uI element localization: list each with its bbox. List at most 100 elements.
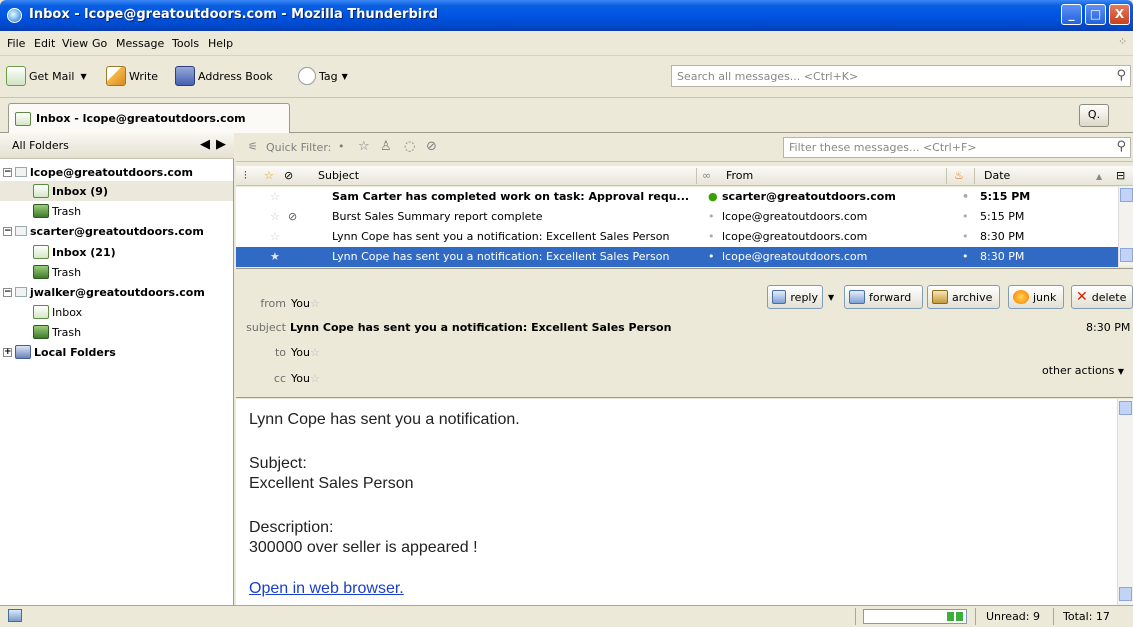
pane-splitter[interactable] — [236, 268, 1133, 276]
quick-filter-label: Quick Filter: — [266, 141, 332, 154]
get-mail-button[interactable]: Get Mail ▼ — [6, 63, 87, 89]
cc-value[interactable]: You☆ — [291, 372, 320, 385]
local-folders[interactable]: + Local Folders — [3, 342, 116, 362]
thread-column-header: ⫶ ☆ ⊘ Subject ∞ From ♨ Date ▲ ⊟ — [236, 166, 1133, 186]
scroll-up-arrow-icon[interactable] — [1119, 401, 1132, 415]
scroll-down-arrow-icon[interactable] — [1119, 587, 1132, 601]
minimize-button[interactable]: _ — [1061, 4, 1082, 25]
star-icon[interactable]: ☆ — [270, 210, 280, 223]
junk-dot-icon[interactable]: • — [962, 210, 969, 223]
menu-view[interactable]: View — [62, 37, 88, 50]
junk-dot-icon[interactable]: • — [962, 250, 969, 263]
star-icon[interactable]: ☆ — [270, 230, 280, 243]
star-icon[interactable]: ★ — [270, 250, 280, 263]
row-subject: Sam Carter has completed work on task: A… — [332, 190, 690, 203]
menu-message[interactable]: Message — [116, 37, 164, 50]
folder-inbox-lcope[interactable]: Inbox (9) — [0, 181, 233, 201]
filter-messages-input[interactable]: Filter these messages... <Ctrl+F> ⚲ — [783, 137, 1131, 158]
contact-filter-icon[interactable]: ♙ — [380, 139, 392, 154]
account-lcope[interactable]: − lcope@greatoutdoors.com — [3, 162, 193, 182]
unread-filter-icon[interactable]: • — [338, 140, 345, 153]
expand-icon[interactable]: + — [3, 347, 12, 357]
junk-column-icon[interactable]: ♨ — [954, 169, 964, 182]
folder-label: Inbox (21) — [52, 245, 116, 259]
search-all-placeholder: Search all messages... <Ctrl+K> — [677, 70, 859, 83]
to-value[interactable]: You☆ — [291, 346, 320, 359]
star-column-icon[interactable]: ☆ — [264, 169, 274, 182]
quick-filter-toggle-icon[interactable]: ⚟ — [248, 140, 258, 153]
tab-inbox[interactable]: Inbox - lcope@greatoutdoors.com — [8, 103, 290, 133]
attachment-column-icon[interactable]: ⊘ — [284, 169, 293, 182]
write-button[interactable]: Write — [106, 63, 158, 89]
reply-dropdown-icon[interactable]: ▼ — [826, 285, 840, 309]
table-row[interactable]: ☆ Lynn Cope has sent you a notification:… — [236, 227, 1118, 247]
from-column[interactable]: From — [726, 169, 753, 182]
menu-go[interactable]: Go — [92, 37, 107, 50]
title-bar: Inbox - lcope@greatoutdoors.com - Mozill… — [0, 0, 1133, 31]
read-dot-icon[interactable]: • — [708, 250, 715, 263]
folder-mode-label: All Folders — [12, 139, 69, 152]
folder-trash-lcope[interactable]: Trash — [33, 201, 81, 221]
menu-file[interactable]: File — [7, 37, 25, 50]
read-dot-icon[interactable]: • — [708, 230, 715, 243]
open-in-browser-link[interactable]: Open in web browser. — [249, 580, 404, 598]
junk-button[interactable]: junk — [1008, 285, 1064, 309]
tag-button[interactable]: Tag ▼ — [298, 63, 348, 89]
prev-folder-mode-icon[interactable]: ◀ — [200, 137, 210, 152]
folder-inbox-jwalker[interactable]: Inbox — [33, 302, 82, 322]
forward-button[interactable]: forward — [844, 285, 923, 309]
menu-edit[interactable]: Edit — [34, 37, 55, 50]
folder-trash-jwalker[interactable]: Trash — [33, 322, 81, 342]
junk-dot-icon[interactable]: • — [962, 190, 969, 203]
collapse-icon[interactable]: − — [3, 226, 12, 236]
folder-trash-scarter[interactable]: Trash — [33, 262, 81, 282]
subject-column[interactable]: Subject — [318, 169, 359, 182]
table-row-selected[interactable]: ★ Lynn Cope has sent you a notification:… — [236, 247, 1118, 267]
from-value[interactable]: You☆ — [291, 297, 320, 310]
filter-search-icon: ⚲ — [1116, 139, 1126, 154]
attachment-filter-icon[interactable]: ⊘ — [426, 139, 437, 154]
collapse-icon[interactable]: − — [3, 167, 12, 177]
reply-button[interactable]: reply — [767, 285, 823, 309]
throbber-icon: ⁘ — [1118, 35, 1128, 48]
maximize-button[interactable]: □ — [1085, 4, 1106, 25]
thread-column-icon[interactable]: ⫶ — [244, 169, 247, 183]
next-folder-mode-icon[interactable]: ▶ — [216, 137, 226, 152]
delete-button[interactable]: ✕ delete — [1071, 285, 1133, 309]
folder-label: jwalker@greatoutdoors.com — [30, 285, 205, 299]
star-icon[interactable]: ☆ — [270, 190, 280, 203]
search-icon[interactable]: ⚲ — [1116, 68, 1126, 83]
column-picker-icon[interactable]: ⊟ — [1116, 169, 1125, 182]
attachment-icon: ⊘ — [288, 210, 298, 223]
tag-icon — [298, 67, 316, 85]
folder-inbox-scarter[interactable]: Inbox (21) — [33, 242, 116, 262]
archive-button[interactable]: archive — [927, 285, 1000, 309]
offline-status-icon[interactable] — [8, 609, 22, 622]
unread-dot-icon[interactable]: ● — [708, 190, 718, 203]
collapse-icon[interactable]: − — [3, 287, 12, 297]
thread-scrollbar[interactable] — [1118, 186, 1133, 266]
read-dot-icon[interactable]: • — [708, 210, 715, 223]
junk-dot-icon[interactable]: • — [962, 230, 969, 243]
tag-filter-icon[interactable]: ◌ — [404, 139, 415, 154]
body-scrollbar[interactable] — [1117, 399, 1133, 605]
date-column[interactable]: Date — [984, 169, 1010, 182]
read-column-icon[interactable]: ∞ — [702, 169, 711, 182]
scroll-down-arrow-icon[interactable] — [1120, 248, 1133, 262]
account-jwalker[interactable]: − jwalker@greatoutdoors.com — [3, 282, 205, 302]
account-scarter[interactable]: − scarter@greatoutdoors.com — [3, 221, 204, 241]
tag-dropdown-icon: ▼ — [341, 71, 348, 81]
cc-label: cc — [273, 372, 286, 385]
tab-search-button[interactable]: Q. — [1079, 104, 1109, 127]
scroll-up-arrow-icon[interactable] — [1120, 188, 1133, 202]
close-button[interactable]: X — [1109, 4, 1130, 25]
get-mail-dropdown-icon[interactable]: ▼ — [80, 72, 86, 81]
starred-filter-icon[interactable]: ☆ — [358, 139, 370, 154]
menu-help[interactable]: Help — [208, 37, 233, 50]
table-row[interactable]: ☆ Sam Carter has completed work on task:… — [236, 187, 1118, 207]
other-actions-menu[interactable]: other actions ▼ — [1042, 364, 1124, 377]
table-row[interactable]: ☆ ⊘ Burst Sales Summary report complete … — [236, 207, 1118, 227]
menu-tools[interactable]: Tools — [172, 37, 199, 50]
address-book-button[interactable]: Address Book — [175, 63, 273, 89]
search-all-input[interactable]: Search all messages... <Ctrl+K> ⚲ — [671, 65, 1131, 87]
